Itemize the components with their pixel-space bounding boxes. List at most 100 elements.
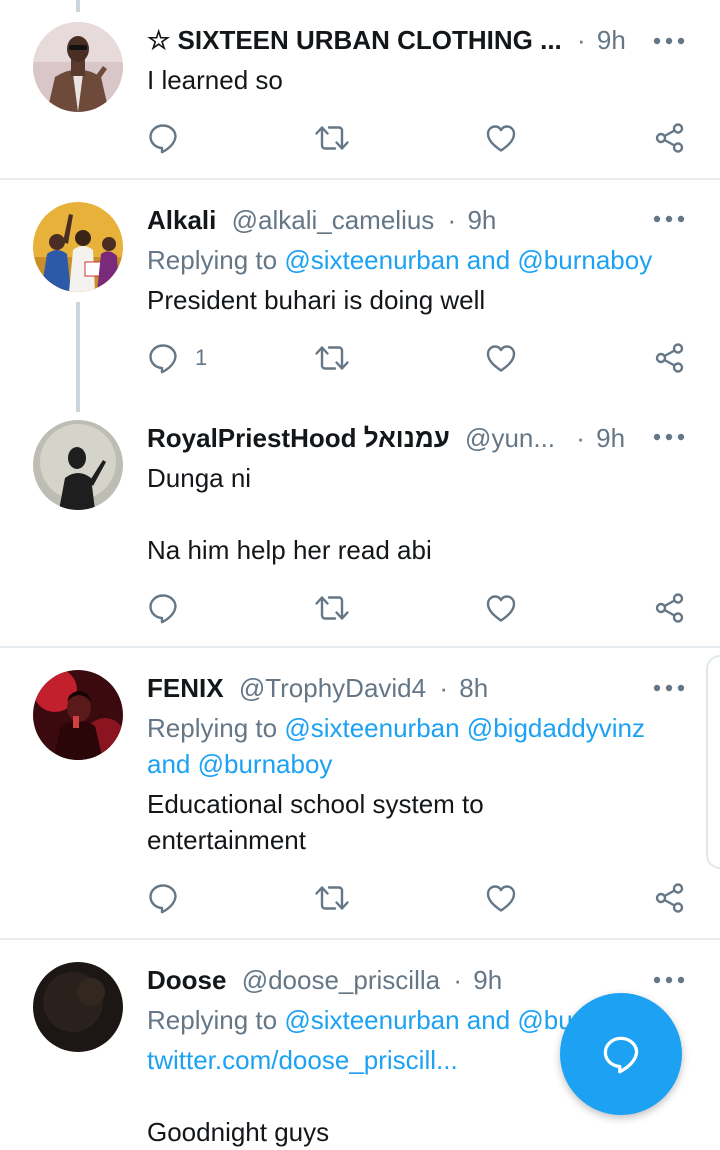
reply-count: 1 xyxy=(195,345,208,370)
tweet-actions xyxy=(147,118,692,158)
timestamp[interactable]: 9h xyxy=(596,423,625,453)
tweet-text: Goodnight guys xyxy=(147,1117,330,1147)
user-handle[interactable]: @doose_priscilla xyxy=(242,965,440,995)
user-handle[interactable]: @yun... xyxy=(465,423,555,453)
share-icon xyxy=(654,342,686,374)
retweet-icon xyxy=(314,342,350,374)
avatar[interactable] xyxy=(33,962,123,1052)
more-options-button[interactable] xyxy=(652,970,686,990)
retweet-button[interactable] xyxy=(314,118,350,158)
reply-button[interactable] xyxy=(147,118,179,158)
like-button[interactable] xyxy=(485,588,517,628)
more-options-button[interactable] xyxy=(652,31,686,51)
like-icon xyxy=(485,882,517,914)
more-options-button[interactable] xyxy=(652,209,686,229)
like-icon xyxy=(485,592,517,624)
replying-to-link[interactable]: @sixteenurban and @burnaboy xyxy=(284,245,652,275)
share-icon xyxy=(654,592,686,624)
tweet-header: Doose @doose_priscilla · 9h xyxy=(147,962,502,998)
like-button[interactable] xyxy=(485,118,517,158)
more-icon xyxy=(652,678,686,698)
like-button[interactable] xyxy=(485,338,517,378)
retweet-icon xyxy=(314,882,350,914)
share-icon xyxy=(654,882,686,914)
more-options-button[interactable] xyxy=(652,427,686,447)
retweet-button[interactable] xyxy=(314,338,350,378)
tweet-header: RoyalPriestHood עמנואל @yun... · 9h xyxy=(147,420,625,456)
tweet-actions: 1 xyxy=(147,338,692,378)
tweet[interactable]: RoyalPriestHood עמנואל @yun... · 9h Dung… xyxy=(0,408,720,648)
avatar[interactable] xyxy=(33,420,123,510)
reply-button[interactable] xyxy=(147,878,179,918)
reply-icon xyxy=(147,592,179,624)
retweet-button[interactable] xyxy=(314,588,350,628)
avatar[interactable] xyxy=(33,22,123,112)
thread-connector xyxy=(76,302,80,412)
replying-to: Replying to @sixteenurban and @burnaboy xyxy=(147,242,652,278)
reply-button[interactable] xyxy=(147,588,179,628)
tweet-text: entertainment xyxy=(147,825,306,855)
separator-dot: · xyxy=(447,205,457,235)
edge-panel-handle[interactable] xyxy=(706,655,720,869)
display-name[interactable]: Alkali xyxy=(147,205,216,235)
tweet-header: ☆ SIXTEEN URBAN CLOTHING ... · 9h xyxy=(147,22,626,58)
reply-icon xyxy=(147,342,179,374)
separator-dot: · xyxy=(439,673,448,703)
tweet-actions xyxy=(147,588,692,628)
replying-to-label: Replying to xyxy=(147,713,285,743)
display-name[interactable]: FENIX xyxy=(147,673,224,703)
share-button[interactable] xyxy=(654,588,686,628)
tweet-text: President buhari is doing well xyxy=(147,285,486,315)
tweet-text: Na him help her read abi xyxy=(147,535,432,565)
timestamp[interactable]: 9h xyxy=(473,965,502,995)
tweet-text: Educational school system to xyxy=(147,789,484,819)
replying-to-link[interactable]: and @burnaboy xyxy=(147,746,332,782)
like-icon xyxy=(485,342,517,374)
user-handle[interactable]: @TrophyDavid4 xyxy=(239,673,426,703)
retweet-button[interactable] xyxy=(314,878,350,918)
display-name[interactable]: Doose xyxy=(147,965,226,995)
like-button[interactable] xyxy=(485,878,517,918)
separator-dot: · xyxy=(576,423,585,453)
reply-button[interactable]: 1 xyxy=(147,338,207,378)
more-options-button[interactable] xyxy=(652,678,686,698)
tweet[interactable]: Alkali @alkali_camelius · 9h Replying to… xyxy=(0,180,720,406)
separator-dot: · xyxy=(453,965,462,995)
share-button[interactable] xyxy=(654,118,686,158)
tweet[interactable]: FENIX @TrophyDavid4 · 8h Replying to @si… xyxy=(0,648,720,940)
share-icon xyxy=(654,122,686,154)
replying-to: Replying to @sixteenurban @bigdaddyvinz xyxy=(147,710,645,746)
more-icon xyxy=(652,970,686,990)
retweet-icon xyxy=(314,122,350,154)
tweet-text: I learned so xyxy=(147,65,283,95)
tweet-header: FENIX @TrophyDavid4 · 8h xyxy=(147,670,488,706)
user-handle[interactable]: @alkali_camelius xyxy=(232,205,435,235)
separator-dot: · xyxy=(577,25,586,55)
reply-icon xyxy=(147,882,179,914)
more-icon xyxy=(652,31,686,51)
share-button[interactable] xyxy=(654,878,686,918)
replying-to-link[interactable]: @sixteenurban @bigdaddyvinz xyxy=(284,713,645,743)
tweet[interactable]: ☆ SIXTEEN URBAN CLOTHING ... · 9h I lear… xyxy=(0,0,720,180)
like-icon xyxy=(485,122,517,154)
tweet-text: Dunga ni xyxy=(147,463,252,493)
avatar[interactable] xyxy=(33,670,123,760)
replying-to-label: Replying to xyxy=(147,245,285,275)
timestamp[interactable]: 9h xyxy=(467,205,496,235)
tweet-actions xyxy=(147,878,692,918)
more-icon xyxy=(652,427,686,447)
timestamp[interactable]: 9h xyxy=(597,25,626,55)
tweet-url-link[interactable]: twitter.com/doose_priscill... xyxy=(147,1042,458,1078)
reply-icon xyxy=(147,122,179,154)
display-name[interactable]: ☆ SIXTEEN URBAN CLOTHING ... xyxy=(147,25,562,55)
tweet-header: Alkali @alkali_camelius · 9h xyxy=(147,202,496,238)
retweet-icon xyxy=(314,592,350,624)
share-button[interactable] xyxy=(654,338,686,378)
more-icon xyxy=(652,209,686,229)
compose-reply-icon xyxy=(603,1036,639,1074)
replying-to-label: Replying to xyxy=(147,1005,285,1035)
display-name[interactable]: RoyalPriestHood עמנואל xyxy=(147,423,450,453)
avatar[interactable] xyxy=(33,202,123,292)
timestamp[interactable]: 8h xyxy=(459,673,488,703)
compose-reply-button[interactable] xyxy=(560,993,682,1115)
